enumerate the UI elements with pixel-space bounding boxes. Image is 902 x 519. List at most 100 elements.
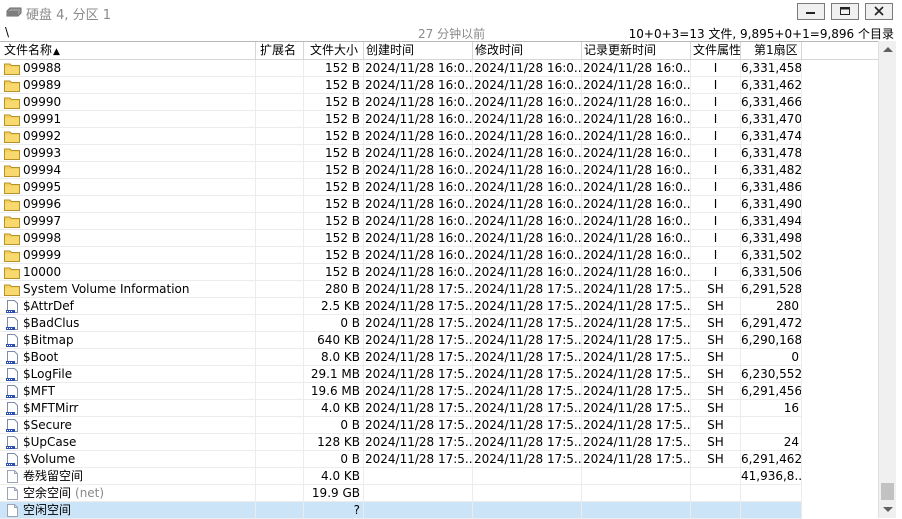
table-row[interactable]: 09995 152 B 2024/11/28 16:0... 2024/11/28 1… xyxy=(0,179,802,196)
table-row[interactable]: 卷残留空间 4.0 KB 41,936,8... xyxy=(0,468,802,485)
col-header-record-updated[interactable]: 记录更新时间 xyxy=(582,42,691,59)
cell-first-sector: 6,331,486 xyxy=(741,179,802,196)
scrollbar-thumb[interactable] xyxy=(881,483,894,500)
cell-first-sector: 6,331,478 xyxy=(741,145,802,162)
cell-attributes: SH xyxy=(691,400,741,417)
cell-modified: 2024/11/28 17:5... xyxy=(473,332,582,349)
cell-name: 09999 xyxy=(0,247,256,264)
col-header-first-sector[interactable]: 第1扇区 xyxy=(741,42,802,59)
cell-modified: 2024/11/28 17:5... xyxy=(473,417,582,434)
table-row[interactable]: $UpCase 128 KB 2024/11/28 17:5... 2024/11/2… xyxy=(0,434,802,451)
table-row[interactable]: $MFT 19.6 MB 2024/11/28 17:5... 2024/11/28 … xyxy=(0,383,802,400)
cell-record-updated xyxy=(582,468,691,485)
cell-first-sector: 6,230,552 xyxy=(741,366,802,383)
cell-modified: 2024/11/28 16:0... xyxy=(473,77,582,94)
system-file-icon xyxy=(4,419,20,432)
cell-first-sector: 6,331,470 xyxy=(741,111,802,128)
cell-ext xyxy=(256,434,304,451)
cell-created: 2024/11/28 17:5... xyxy=(364,417,473,434)
cell-size: 152 B xyxy=(304,60,364,77)
cell-record-updated xyxy=(582,485,691,502)
vertical-scrollbar[interactable] xyxy=(878,41,896,518)
cell-size: 152 B xyxy=(304,264,364,281)
cell-attributes: I xyxy=(691,213,741,230)
minimize-button[interactable] xyxy=(797,3,825,20)
cell-first-sector: 6,291,472 xyxy=(741,315,802,332)
cell-record-updated: 2024/11/28 17:5... xyxy=(582,383,691,400)
cell-modified: 2024/11/28 17:5... xyxy=(473,383,582,400)
file-name: 09990 xyxy=(23,95,62,109)
cell-attributes: SH xyxy=(691,434,741,451)
table-row[interactable]: 空余空间 (net) 19.9 GB xyxy=(0,485,802,502)
col-header-name[interactable]: 文件名称▲ xyxy=(0,42,256,59)
cell-record-updated: 2024/11/28 16:0... xyxy=(582,230,691,247)
cell-ext xyxy=(256,77,304,94)
cell-created: 2024/11/28 16:0... xyxy=(364,128,473,145)
table-row[interactable]: 09992 152 B 2024/11/28 16:0... 2024/11/28 1… xyxy=(0,128,802,145)
cell-name: 09991 xyxy=(0,111,256,128)
col-header-created[interactable]: 创建时间 xyxy=(364,42,473,59)
table-row[interactable]: 09997 152 B 2024/11/28 16:0... 2024/11/28 1… xyxy=(0,213,802,230)
cell-size: 152 B xyxy=(304,94,364,111)
close-button[interactable] xyxy=(865,3,893,20)
col-header-attributes[interactable]: 文件属性 xyxy=(691,42,741,59)
col-header-ext[interactable]: 扩展名 xyxy=(256,42,304,59)
table-row[interactable]: $LogFile 29.1 MB 2024/11/28 17:5... 2024/11… xyxy=(0,366,802,383)
cell-modified: 2024/11/28 17:5... xyxy=(473,315,582,332)
cell-modified: 2024/11/28 16:0... xyxy=(473,247,582,264)
col-header-size[interactable]: 文件大小 xyxy=(304,42,364,59)
table-row[interactable]: 09998 152 B 2024/11/28 16:0... 2024/11/28 1… xyxy=(0,230,802,247)
cell-created: 2024/11/28 16:0... xyxy=(364,179,473,196)
table-row[interactable]: $Secure 0 B 2024/11/28 17:5... 2024/11/28 1… xyxy=(0,417,802,434)
system-file-icon xyxy=(4,368,20,381)
table-row[interactable]: 09994 152 B 2024/11/28 16:0... 2024/11/28 1… xyxy=(0,162,802,179)
cell-ext xyxy=(256,60,304,77)
cell-ext xyxy=(256,247,304,264)
table-row[interactable]: 09990 152 B 2024/11/28 16:0... 2024/11/28 1… xyxy=(0,94,802,111)
table-row[interactable]: 09999 152 B 2024/11/28 16:0... 2024/11/28 1… xyxy=(0,247,802,264)
cell-created: 2024/11/28 17:5... xyxy=(364,400,473,417)
cell-attributes: I xyxy=(691,128,741,145)
cell-size: 280 B xyxy=(304,281,364,298)
cell-first-sector xyxy=(741,485,802,502)
cell-first-sector: 6,291,528 xyxy=(741,281,802,298)
cell-attributes: SH xyxy=(691,281,741,298)
table-row[interactable]: $MFTMirr 4.0 KB 2024/11/28 17:5... 2024/11/… xyxy=(0,400,802,417)
cell-created: 2024/11/28 17:5... xyxy=(364,315,473,332)
cell-modified: 2024/11/28 17:5... xyxy=(473,349,582,366)
cell-modified: 2024/11/28 16:0... xyxy=(473,196,582,213)
table-row[interactable]: 空闲空间? xyxy=(0,502,802,519)
cell-ext xyxy=(256,485,304,502)
table-row[interactable]: 09988 152 B 2024/11/28 16:0... 2024/11/28 1… xyxy=(0,60,802,77)
table-row[interactable]: $Boot 8.0 KB 2024/11/28 17:5... 2024/11/28 … xyxy=(0,349,802,366)
file-name: $LogFile xyxy=(23,367,73,381)
cell-size: 152 B xyxy=(304,213,364,230)
table-row[interactable]: 09996 152 B 2024/11/28 16:0... 2024/11/28 1… xyxy=(0,196,802,213)
table-row[interactable]: 09993 152 B 2024/11/28 16:0... 2024/11/28 1… xyxy=(0,145,802,162)
file-name: 09993 xyxy=(23,146,62,160)
system-file-icon xyxy=(4,334,20,347)
scroll-up-icon[interactable] xyxy=(883,47,893,52)
cell-created: 2024/11/28 17:5... xyxy=(364,349,473,366)
folder-icon xyxy=(4,130,20,143)
scroll-down-icon[interactable] xyxy=(883,507,893,512)
table-row[interactable]: 10000 152 B 2024/11/28 16:0... 2024/11/28 1… xyxy=(0,264,802,281)
table-row[interactable]: 09991 152 B 2024/11/28 16:0... 2024/11/28 1… xyxy=(0,111,802,128)
cell-first-sector: 24 xyxy=(741,434,802,451)
table-row[interactable]: 09989 152 B 2024/11/28 16:0... 2024/11/28 1… xyxy=(0,77,802,94)
cell-ext xyxy=(256,281,304,298)
col-header-modified[interactable]: 修改时间 xyxy=(473,42,582,59)
cell-attributes: SH xyxy=(691,366,741,383)
table-row[interactable]: System Volume Information 280 B 2024/11/28… xyxy=(0,281,802,298)
maximize-button[interactable] xyxy=(831,3,859,20)
file-name: $MFT xyxy=(23,384,56,398)
table-row[interactable]: $AttrDef 2.5 KB 2024/11/28 17:5... 2024/11/… xyxy=(0,298,802,315)
table-row[interactable]: $BadClus 0 B 2024/11/28 17:5... 2024/11/28 … xyxy=(0,315,802,332)
table-row[interactable]: $Bitmap 640 KB 2024/11/28 17:5... 2024/11/2… xyxy=(0,332,802,349)
cell-attributes: I xyxy=(691,247,741,264)
cell-ext xyxy=(256,162,304,179)
cell-created xyxy=(364,485,473,502)
table-row[interactable]: $Volume 0 B 2024/11/28 17:5... 2024/11/28 1… xyxy=(0,451,802,468)
cell-created xyxy=(364,468,473,485)
cell-name: 10000 xyxy=(0,264,256,281)
